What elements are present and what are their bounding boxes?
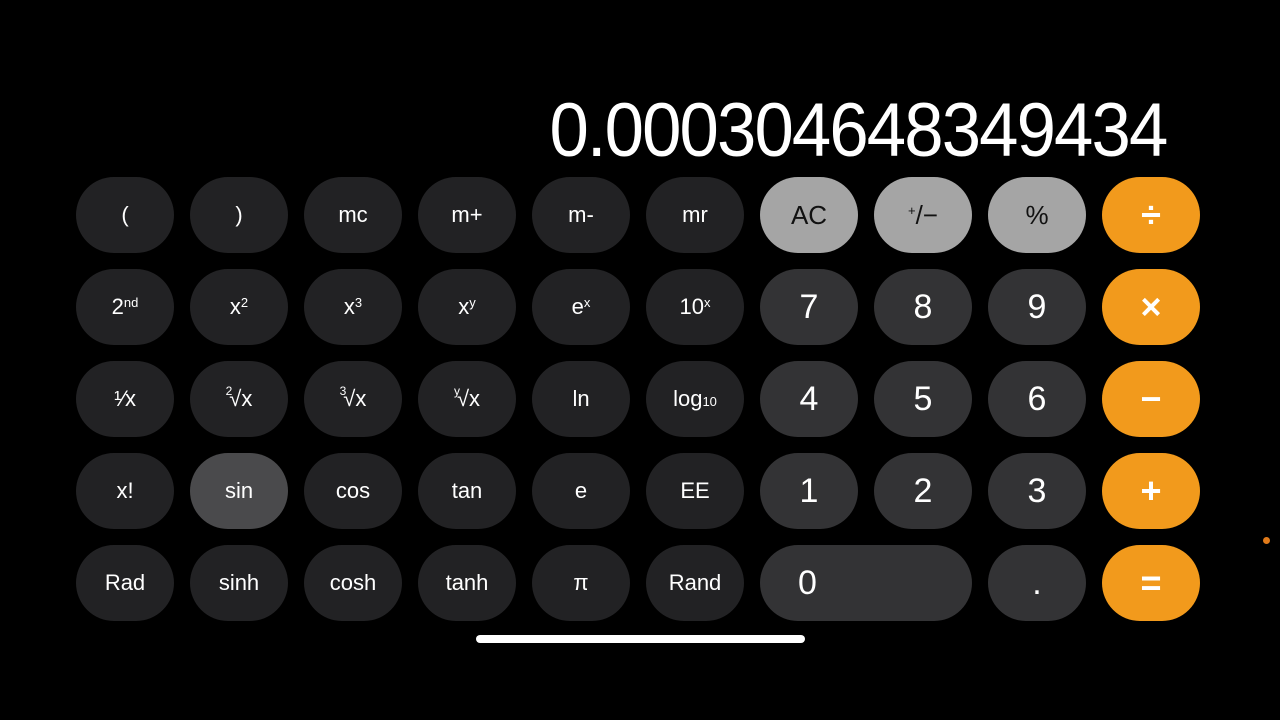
digit-1-button[interactable]: 1 bbox=[760, 453, 858, 529]
random-button[interactable]: Rand bbox=[646, 545, 744, 621]
digit-2-button[interactable]: 2 bbox=[874, 453, 972, 529]
digit-5-button[interactable]: 5 bbox=[874, 361, 972, 437]
cube-root-index: 3 bbox=[339, 384, 347, 398]
multiply-button[interactable]: × bbox=[1102, 269, 1200, 345]
factorial-button[interactable]: x! bbox=[76, 453, 174, 529]
tan-button[interactable]: tan bbox=[418, 453, 516, 529]
cos-button[interactable]: cos bbox=[304, 453, 402, 529]
second-function-button[interactable]: 2nd bbox=[76, 269, 174, 345]
plus-button[interactable]: + bbox=[1102, 453, 1200, 529]
natural-log-button[interactable]: ln bbox=[532, 361, 630, 437]
digit-9-button[interactable]: 9 bbox=[988, 269, 1086, 345]
memory-add-button[interactable]: m+ bbox=[418, 177, 516, 253]
second-label: 2 bbox=[111, 294, 124, 319]
plus-minus-button[interactable]: +/− bbox=[874, 177, 972, 253]
x-cubed-button[interactable]: x3 bbox=[304, 269, 402, 345]
result-display: 0.000304648349434 bbox=[549, 88, 1168, 173]
square-root-button[interactable]: 2 √x bbox=[190, 361, 288, 437]
plus-minus-rest: /− bbox=[915, 199, 938, 230]
y-root-index: y bbox=[453, 384, 460, 398]
divide-button[interactable]: ÷ bbox=[1102, 177, 1200, 253]
memory-clear-button[interactable]: mc bbox=[304, 177, 402, 253]
square-root-index: 2 bbox=[225, 384, 233, 398]
keypad: ( ) mc m+ m- mr AC +/− % ÷ 2nd x2 x3 xy … bbox=[76, 177, 1200, 621]
memory-recall-button[interactable]: mr bbox=[646, 177, 744, 253]
open-paren-button[interactable]: ( bbox=[76, 177, 174, 253]
cube-root-body: √x bbox=[343, 386, 367, 411]
percent-button[interactable]: % bbox=[988, 177, 1086, 253]
reciprocal-button[interactable]: ¹⁄x bbox=[76, 361, 174, 437]
decimal-point-button[interactable]: . bbox=[988, 545, 1086, 621]
square-root-body: √x bbox=[229, 386, 253, 411]
close-paren-button[interactable]: ) bbox=[190, 177, 288, 253]
home-indicator-bar[interactable] bbox=[476, 635, 805, 643]
cosh-button[interactable]: cosh bbox=[304, 545, 402, 621]
memory-subtract-button[interactable]: m- bbox=[532, 177, 630, 253]
digit-4-button[interactable]: 4 bbox=[760, 361, 858, 437]
x-cubed-base: x bbox=[343, 294, 355, 319]
rad-deg-toggle-button[interactable]: Rad bbox=[76, 545, 174, 621]
digit-8-button[interactable]: 8 bbox=[874, 269, 972, 345]
euler-constant-button[interactable]: e bbox=[532, 453, 630, 529]
digit-3-button[interactable]: 3 bbox=[988, 453, 1086, 529]
y-root-body: √x bbox=[456, 386, 481, 411]
digit-7-button[interactable]: 7 bbox=[760, 269, 858, 345]
y-root-button[interactable]: y √x bbox=[418, 361, 516, 437]
tanh-button[interactable]: tanh bbox=[418, 545, 516, 621]
all-clear-button[interactable]: AC bbox=[760, 177, 858, 253]
ten-power-x-base: 10 bbox=[679, 294, 704, 319]
minus-button[interactable]: − bbox=[1102, 361, 1200, 437]
equals-button[interactable]: = bbox=[1102, 545, 1200, 621]
sin-button[interactable]: sin bbox=[190, 453, 288, 529]
sinh-button[interactable]: sinh bbox=[190, 545, 288, 621]
e-power-x-base: e bbox=[571, 294, 584, 319]
privacy-indicator-dot-icon bbox=[1263, 537, 1270, 544]
x-power-y-button[interactable]: xy bbox=[418, 269, 516, 345]
exponent-entry-button[interactable]: EE bbox=[646, 453, 744, 529]
x-squared-base: x bbox=[229, 294, 241, 319]
x-power-y-base: x bbox=[458, 294, 470, 319]
e-power-x-button[interactable]: ex bbox=[532, 269, 630, 345]
digit-0-button[interactable]: 0 bbox=[760, 545, 972, 621]
digit-6-button[interactable]: 6 bbox=[988, 361, 1086, 437]
log-base-label: log bbox=[673, 386, 703, 411]
ten-power-x-button[interactable]: 10 x bbox=[646, 269, 744, 345]
cube-root-button[interactable]: 3 √x bbox=[304, 361, 402, 437]
pi-button[interactable]: π bbox=[532, 545, 630, 621]
x-squared-button[interactable]: x2 bbox=[190, 269, 288, 345]
log10-button[interactable]: log 10 bbox=[646, 361, 744, 437]
